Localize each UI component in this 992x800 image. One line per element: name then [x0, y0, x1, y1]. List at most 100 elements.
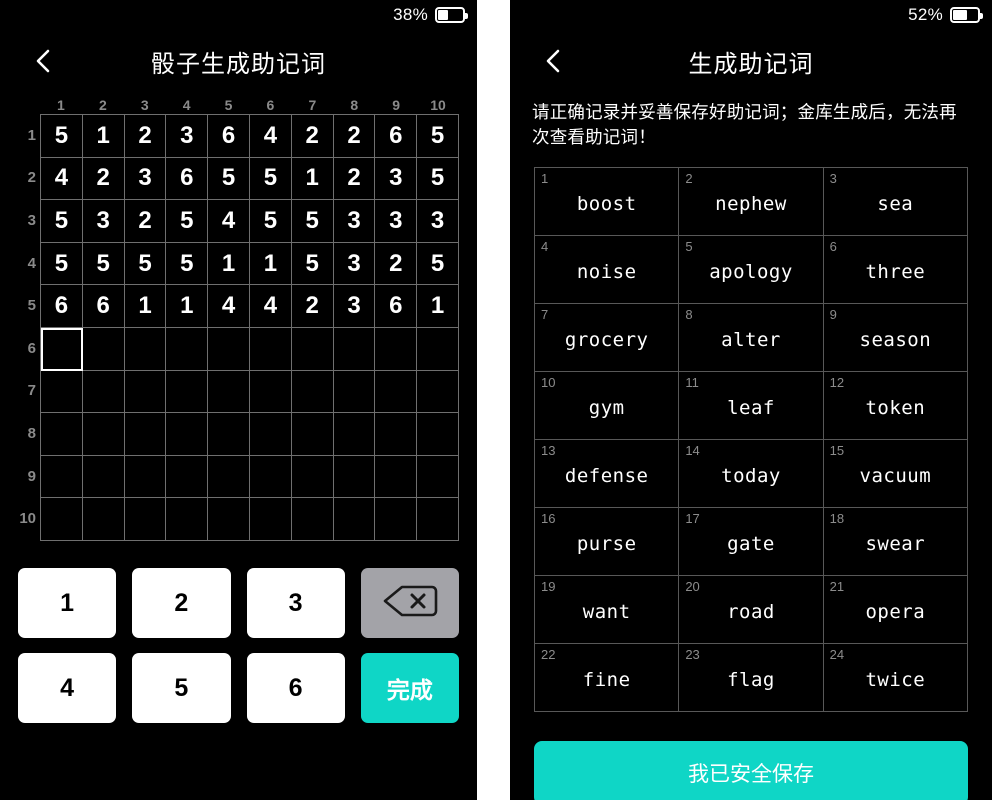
backspace-key[interactable]	[360, 568, 459, 638]
dice-cell[interactable]: 1	[124, 285, 167, 328]
dice-cell[interactable]	[417, 327, 459, 371]
dice-cell[interactable]: 5	[249, 157, 292, 201]
dice-cell[interactable]: 2	[124, 200, 167, 243]
dice-cell[interactable]: 3	[166, 115, 209, 158]
dice-cell[interactable]: 5	[166, 200, 209, 243]
dice-cell[interactable]: 2	[333, 157, 376, 201]
dice-cell[interactable]: 5	[166, 242, 209, 286]
dice-cell[interactable]	[333, 370, 376, 414]
dice-cell[interactable]: 4	[249, 285, 292, 328]
dice-cell[interactable]	[291, 455, 334, 499]
back-button[interactable]	[26, 44, 60, 78]
dice-cell[interactable]	[82, 327, 125, 371]
dice-cell[interactable]	[249, 370, 292, 414]
dice-cell[interactable]	[124, 327, 167, 371]
dice-cell[interactable]	[417, 498, 459, 541]
dice-cell[interactable]	[249, 413, 292, 456]
dice-cell[interactable]: 6	[41, 285, 83, 328]
key-6[interactable]: 6	[246, 653, 345, 723]
dice-cell[interactable]	[291, 370, 334, 414]
dice-grid[interactable]: 5123642265423655123553254553335555115325…	[40, 114, 459, 541]
dice-cell[interactable]: 5	[41, 115, 83, 158]
key-5[interactable]: 5	[132, 653, 231, 723]
dice-cell[interactable]	[166, 498, 209, 541]
dice-cell[interactable]: 3	[333, 242, 376, 286]
dice-cell[interactable]	[82, 498, 125, 541]
dice-cell[interactable]	[166, 455, 209, 499]
dice-cell[interactable]	[375, 370, 418, 414]
dice-cell[interactable]: 2	[124, 115, 167, 158]
dice-cell[interactable]: 2	[291, 285, 334, 328]
key-1[interactable]: 1	[18, 568, 117, 638]
dice-cell[interactable]	[41, 370, 83, 414]
dice-cell[interactable]	[41, 327, 83, 371]
done-button[interactable]: 完成	[360, 653, 459, 723]
dice-cell[interactable]	[166, 370, 209, 414]
dice-cell[interactable]: 6	[82, 285, 125, 328]
dice-cell[interactable]	[249, 498, 292, 541]
dice-cell[interactable]: 5	[82, 242, 125, 286]
dice-cell[interactable]	[333, 327, 376, 371]
dice-cell[interactable]: 5	[417, 115, 459, 158]
dice-cell[interactable]	[124, 370, 167, 414]
dice-cell[interactable]: 1	[291, 157, 334, 201]
dice-cell[interactable]: 5	[124, 242, 167, 286]
dice-cell[interactable]: 3	[333, 200, 376, 243]
dice-cell[interactable]: 5	[417, 242, 459, 286]
key-3[interactable]: 3	[246, 568, 345, 638]
key-2[interactable]: 2	[132, 568, 231, 638]
dice-cell[interactable]: 3	[375, 157, 418, 201]
dice-cell[interactable]: 2	[333, 115, 376, 158]
dice-cell[interactable]	[417, 413, 459, 456]
dice-cell[interactable]	[375, 327, 418, 371]
dice-cell[interactable]: 2	[375, 242, 418, 286]
dice-cell[interactable]: 4	[208, 285, 250, 328]
dice-cell[interactable]	[208, 455, 250, 499]
dice-cell[interactable]	[208, 370, 250, 414]
dice-cell[interactable]: 2	[82, 157, 125, 201]
dice-cell[interactable]	[375, 455, 418, 499]
dice-cell[interactable]: 2	[291, 115, 334, 158]
dice-cell[interactable]: 5	[291, 200, 334, 243]
dice-cell[interactable]	[41, 498, 83, 541]
dice-cell[interactable]: 1	[82, 115, 125, 158]
dice-cell[interactable]	[208, 413, 250, 456]
dice-cell[interactable]: 5	[41, 200, 83, 243]
dice-cell[interactable]	[41, 413, 83, 456]
dice-cell[interactable]: 1	[249, 242, 292, 286]
dice-cell[interactable]: 1	[208, 242, 250, 286]
dice-cell[interactable]	[124, 455, 167, 499]
dice-cell[interactable]: 5	[41, 242, 83, 286]
key-4[interactable]: 4	[18, 653, 117, 723]
dice-cell[interactable]	[417, 455, 459, 499]
dice-cell[interactable]	[166, 327, 209, 371]
dice-cell[interactable]	[249, 455, 292, 499]
dice-cell[interactable]: 4	[249, 115, 292, 158]
dice-cell[interactable]: 3	[333, 285, 376, 328]
dice-cell[interactable]: 1	[417, 285, 459, 328]
dice-cell[interactable]: 3	[417, 200, 459, 243]
dice-cell[interactable]: 4	[41, 157, 83, 201]
dice-cell[interactable]	[82, 413, 125, 456]
dice-cell[interactable]	[124, 413, 167, 456]
dice-cell[interactable]: 5	[417, 157, 459, 201]
dice-cell[interactable]: 3	[124, 157, 167, 201]
dice-cell[interactable]: 3	[375, 200, 418, 243]
dice-cell[interactable]: 6	[375, 285, 418, 328]
dice-cell[interactable]	[333, 413, 376, 456]
dice-cell[interactable]: 4	[208, 200, 250, 243]
dice-cell[interactable]	[208, 498, 250, 541]
dice-cell[interactable]: 5	[249, 200, 292, 243]
dice-cell[interactable]: 3	[82, 200, 125, 243]
dice-cell[interactable]: 6	[375, 115, 418, 158]
dice-cell[interactable]: 5	[291, 242, 334, 286]
dice-cell[interactable]: 1	[166, 285, 209, 328]
dice-cell[interactable]	[417, 370, 459, 414]
dice-cell[interactable]	[82, 455, 125, 499]
dice-cell[interactable]	[375, 413, 418, 456]
dice-cell[interactable]	[249, 327, 292, 371]
confirm-saved-button[interactable]: 我已安全保存	[534, 741, 968, 800]
dice-cell[interactable]: 5	[208, 157, 250, 201]
back-button[interactable]	[536, 44, 570, 78]
dice-cell[interactable]: 6	[166, 157, 209, 201]
